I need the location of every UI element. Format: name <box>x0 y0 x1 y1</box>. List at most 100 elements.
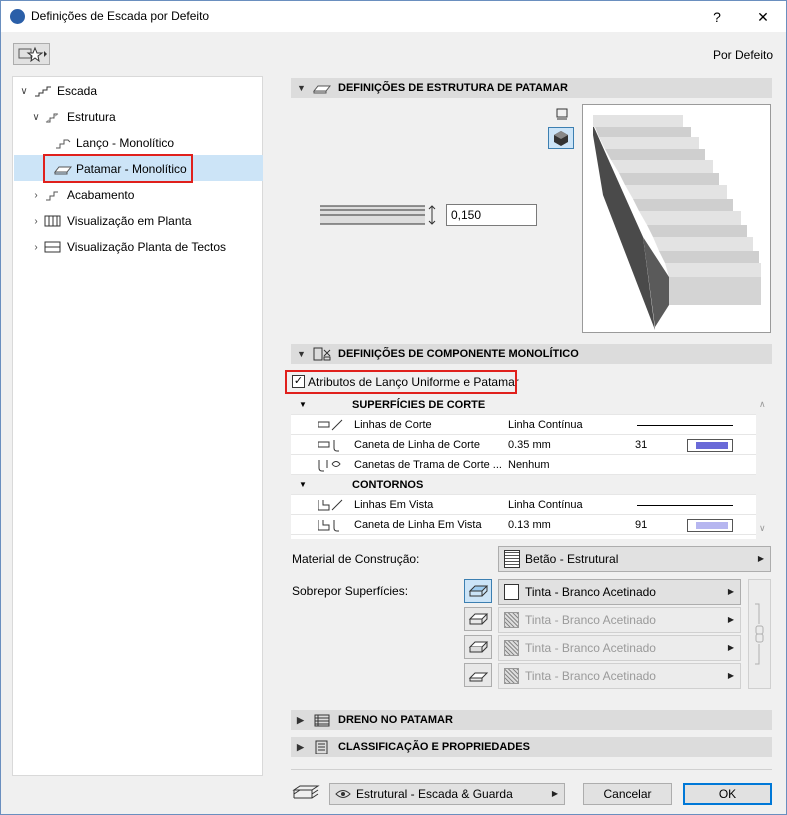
structure-icon <box>45 113 59 123</box>
classification-header[interactable]: ▶ CLASSIFICAÇÃO E PROPRIEDADES <box>291 737 772 757</box>
chevron-down-icon[interactable]: ∨ <box>31 112 41 123</box>
surface-bottom-icon <box>468 613 489 625</box>
chain-link-icon <box>755 603 764 665</box>
surface-edge-icon <box>468 672 489 682</box>
pen-number: 31 <box>635 439 648 451</box>
plan-view-icon[interactable] <box>555 107 569 121</box>
collapse-arrow-icon: ▼ <box>297 349 306 359</box>
cut-line-icon <box>318 419 343 431</box>
surface-edge-button[interactable] <box>464 663 492 687</box>
attributes-grid: ▼ SUPERFÍCIES DE CORTE Linhas de Corte L… <box>291 395 756 539</box>
caret-right-icon: ▶ <box>727 587 734 596</box>
pen-number: 91 <box>635 519 648 531</box>
drain-icon <box>314 714 330 727</box>
3d-view-button[interactable] <box>548 127 574 149</box>
chevron-right-icon[interactable]: › <box>31 242 41 253</box>
row-value: 0.35 mm <box>508 439 551 451</box>
surface-value: Tinta - Branco Acetinado <box>525 641 656 655</box>
row-value: Nenhum <box>508 459 550 471</box>
stair-preview-image <box>593 115 761 330</box>
surface-value: Tinta - Branco Acetinado <box>525 669 656 683</box>
table-row[interactable]: Linhas de Corte Linha Contínua <box>291 415 756 435</box>
scroll-down-icon[interactable]: ∨ <box>759 523 766 534</box>
layer-popup[interactable]: Estrutural - Escada & Guarda ▶ <box>329 783 565 805</box>
tree-item-estrutura[interactable]: Estrutura <box>67 104 116 130</box>
group-header-cut-surfaces[interactable]: ▼ SUPERFÍCIES DE CORTE <box>291 395 756 415</box>
expand-arrow-icon: ▶ <box>297 715 304 725</box>
group-header-contours[interactable]: ▼ CONTORNOS <box>291 475 756 495</box>
material-label: Material de Construção: <box>292 552 420 566</box>
drain-header[interactable]: ▶ DRENO NO PATAMAR <box>291 710 772 730</box>
scroll-up-icon[interactable]: ∧ <box>759 399 766 410</box>
cancel-button[interactable]: Cancelar <box>583 783 672 805</box>
table-row[interactable]: Linhas Em Vista Linha Contínua <box>291 495 756 515</box>
monolithic-header[interactable]: ▼ DEFINIÇÕES DE COMPONENTE MONOLÍTICO <box>291 344 772 364</box>
table-row[interactable]: Caneta de Linha de Corte 0.35 mm 31 <box>291 435 756 455</box>
cut-pen-icon <box>318 440 339 452</box>
thickness-diagram <box>320 205 436 225</box>
stair-preview <box>582 104 771 333</box>
collapse-arrow-icon: ▼ <box>299 480 307 489</box>
material-value: Betão - Estrutural <box>525 552 619 566</box>
row-name: Linhas Em Vista <box>354 499 434 511</box>
properties-icon <box>315 740 328 754</box>
highlight-box <box>285 370 517 394</box>
surface-value: Tinta - Branco Acetinado <box>525 613 656 627</box>
surface-top-icon <box>468 585 489 597</box>
paint-swatch-icon <box>504 612 519 628</box>
chevron-right-icon[interactable]: › <box>31 216 41 227</box>
tree-item-acabamento[interactable]: Acabamento <box>67 182 134 208</box>
row-name: Caneta de Linha Em Vista <box>354 519 482 531</box>
cube-icon <box>554 131 568 146</box>
line-type-preview <box>637 505 733 506</box>
table-row[interactable]: Caneta de Linha Em Vista 0.13 mm 91 <box>291 515 756 535</box>
section-title: DEFINIÇÕES DE ESTRUTURA DE PATAMAR <box>338 82 568 94</box>
view-line-icon <box>318 499 343 511</box>
layer-value: Estrutural - Escada & Guarda <box>356 787 513 801</box>
chevron-down-icon[interactable]: ∨ <box>19 86 29 97</box>
ok-button[interactable]: OK <box>683 783 772 805</box>
material-popup[interactable]: Betão - Estrutural ▶ <box>498 546 771 572</box>
link-surfaces-button[interactable] <box>748 579 771 689</box>
surface-edge-popup[interactable]: Tinta - Branco Acetinado ▶ <box>498 663 741 689</box>
tree-item-lanco-monolitico[interactable]: Lanço - Monolítico <box>76 130 174 156</box>
surface-bottom-button[interactable] <box>464 607 492 631</box>
help-button[interactable]: ? <box>702 5 732 29</box>
tree-item-visualizacao-planta[interactable]: Visualização em Planta <box>67 208 192 234</box>
highlight-box <box>43 154 193 183</box>
tree-item-visualizacao-tectos[interactable]: Visualização Planta de Tectos <box>67 234 226 260</box>
group-title: SUPERFÍCIES DE CORTE <box>352 399 486 411</box>
pen-color-swatch[interactable] <box>687 519 733 532</box>
surface-side-popup[interactable]: Tinta - Branco Acetinado ▶ <box>498 635 741 661</box>
close-button[interactable]: ✕ <box>748 5 778 29</box>
pen-color-swatch[interactable] <box>687 439 733 452</box>
favorites-button[interactable] <box>13 43 50 65</box>
chevron-right-icon[interactable]: › <box>31 190 41 201</box>
section-title: DEFINIÇÕES DE COMPONENTE MONOLÍTICO <box>338 348 579 360</box>
row-name: Caneta de Linha de Corte <box>354 439 480 451</box>
eye-icon <box>335 790 351 798</box>
thickness-input[interactable]: 0,150 <box>446 204 537 226</box>
surface-side-icon <box>468 641 489 653</box>
tree-item-escada[interactable]: Escada <box>57 78 97 104</box>
caret-right-icon: ▶ <box>727 615 734 624</box>
row-name: Canetas de Trama de Corte ... <box>354 459 502 471</box>
ceiling-plan-icon <box>44 241 61 253</box>
surface-top-popup[interactable]: Tinta - Branco Acetinado ▶ <box>498 579 741 605</box>
table-row[interactable]: Canetas de Trama de Corte ... Nenhum <box>291 455 756 475</box>
fill-pen-icon <box>318 460 341 472</box>
section-title: DRENO NO PATAMAR <box>338 714 453 726</box>
row-name: Linhas de Corte <box>354 419 432 431</box>
concrete-swatch-icon <box>504 550 520 568</box>
floor-plan-icon <box>44 215 61 227</box>
grid-scrollbar[interactable]: ∧ ∨ <box>756 395 771 539</box>
finish-icon <box>46 191 58 201</box>
surface-bottom-popup[interactable]: Tinta - Branco Acetinado ▶ <box>498 607 741 633</box>
paint-swatch-icon <box>504 584 519 600</box>
surface-top-button[interactable] <box>464 579 492 603</box>
surface-side-button[interactable] <box>464 635 492 659</box>
landing-structure-header[interactable]: ▼ DEFINIÇÕES DE ESTRUTURA DE PATAMAR <box>291 78 772 98</box>
line-type-preview <box>637 425 733 426</box>
paint-swatch-icon <box>504 668 519 684</box>
collapse-arrow-icon: ▼ <box>297 83 306 93</box>
